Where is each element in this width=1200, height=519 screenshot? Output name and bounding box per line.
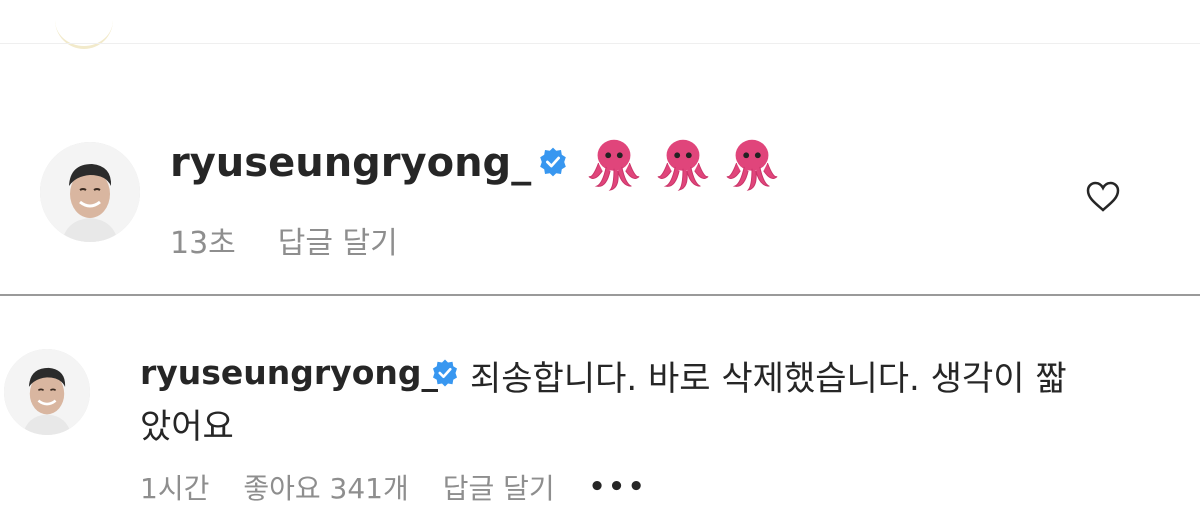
comment-time: 13초 — [170, 226, 236, 261]
comment-meta: 1시간 좋아요 341개 답글 달기 ••• — [140, 467, 682, 507]
comment-meta: 13초 답글 달기 — [170, 218, 398, 262]
username[interactable]: ryuseungryong_ — [170, 140, 531, 186]
avatar[interactable] — [40, 142, 140, 242]
comment-divider — [0, 294, 1200, 296]
heart-outline-icon[interactable] — [1083, 177, 1123, 217]
emoji-row — [585, 134, 787, 194]
reply-button[interactable]: 답글 달기 — [278, 218, 398, 262]
more-options-icon[interactable]: ••• — [589, 472, 648, 502]
octopus-emoji-icon — [726, 139, 778, 191]
comment-item: ryuseungryong_ 죄송합니다. 바로 삭제했습니다. 생각이 짧 았… — [0, 335, 1200, 515]
likes-count-button[interactable]: 좋아요 341개 — [243, 467, 408, 507]
octopus-emoji-icon — [588, 139, 640, 191]
comment-text-continuation: 았어요 — [140, 407, 234, 447]
avatar[interactable] — [4, 349, 90, 435]
reply-button[interactable]: 답글 달기 — [443, 467, 555, 507]
comment-item: ryuseungryong_ 13초 답글 달기 — [0, 130, 1200, 280]
avatar-image — [40, 142, 140, 242]
verified-badge-icon — [433, 359, 457, 387]
verified-badge-icon — [540, 147, 566, 177]
username[interactable]: ryuseungryong_ — [140, 353, 438, 392]
comment-time: 1시간 — [140, 472, 210, 505]
comment-text: 죄송합니다. 바로 삭제했습니다. 생각이 짧 — [470, 359, 1067, 399]
top-divider — [0, 43, 1200, 44]
avatar-image — [4, 349, 90, 435]
previous-comment-strip — [0, 0, 1200, 58]
octopus-emoji-icon — [657, 139, 709, 191]
